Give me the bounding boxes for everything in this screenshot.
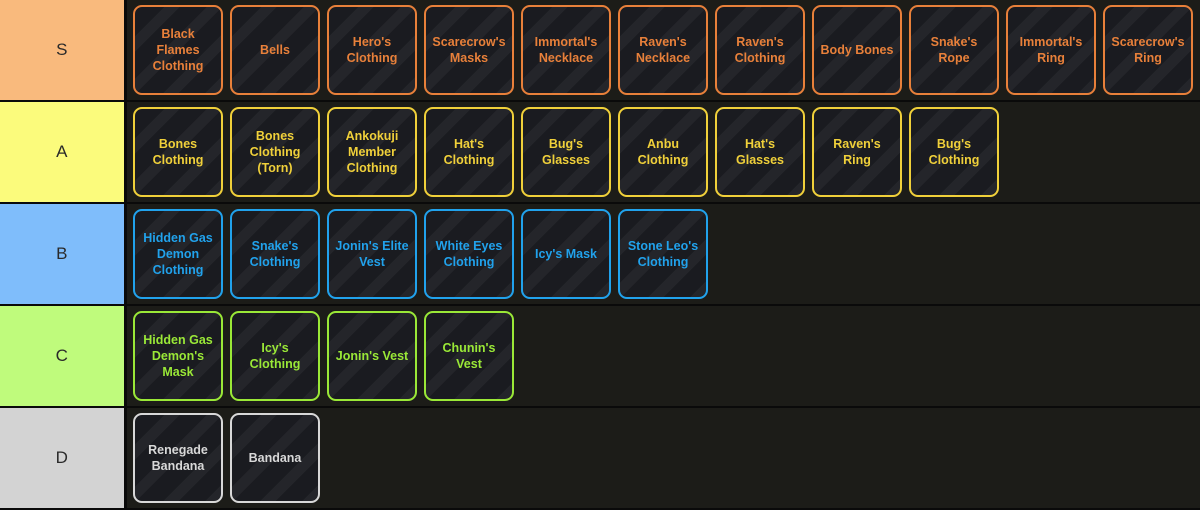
tier-item-card[interactable]: Bones Clothing (Torn) <box>230 107 320 197</box>
tier-items-c: Hidden Gas Demon's Mask Icy's Clothing Jon… <box>127 306 1200 406</box>
tier-label-a[interactable]: A <box>0 102 127 202</box>
tier-item-label: Bones Clothing (Torn) <box>249 129 301 175</box>
tier-label-c[interactable]: C <box>0 306 127 406</box>
tier-item-card[interactable]: Snake's Rope <box>909 5 999 95</box>
tier-item-card[interactable]: Hat's Clothing <box>424 107 514 197</box>
tier-item-label: Hidden Gas Demon's Mask <box>143 333 213 379</box>
tier-item-card[interactable]: Icy's Mask <box>521 209 611 299</box>
tier-item-card[interactable]: Scarecrow's Ring <box>1103 5 1193 95</box>
tier-item-label: Hero's Clothing <box>346 35 398 65</box>
tier-item-label: Anbu Clothing <box>637 137 689 167</box>
tier-item-card[interactable]: Hidden Gas Demon Clothing <box>133 209 223 299</box>
tier-item-label: Scarecrow's Ring <box>1111 35 1185 65</box>
tier-item-label: Stone Leo's Clothing <box>627 239 699 269</box>
tier-item-label: Icy's Mask <box>534 247 598 261</box>
tier-items-b: Hidden Gas Demon Clothing Snake's Clothin… <box>127 204 1200 304</box>
tier-item-card[interactable]: Hero's Clothing <box>327 5 417 95</box>
tier-item-label: Jonin's Elite Vest <box>335 239 409 269</box>
tier-item-card[interactable]: Bug's Glasses <box>521 107 611 197</box>
tier-item-card[interactable]: Immortal's Ring <box>1006 5 1096 95</box>
tier-item-card[interactable]: Hidden Gas Demon's Mask <box>133 311 223 401</box>
tier-item-card[interactable]: Icy's Clothing <box>230 311 320 401</box>
tier-items-d: Renegade Bandana Bandana <box>127 408 1200 508</box>
tier-item-label: Bug's Clothing <box>928 137 980 167</box>
tier-item-card[interactable]: Ankokuji Member Clothing <box>327 107 417 197</box>
tier-item-card[interactable]: Hat's Glasses <box>715 107 805 197</box>
tier-list: S Black Flames Clothing Bells Hero's Clothi… <box>0 0 1200 510</box>
tier-item-card[interactable]: Jonin's Vest <box>327 311 417 401</box>
tier-item-card[interactable]: Black Flames Clothing <box>133 5 223 95</box>
tier-item-card[interactable]: Renegade Bandana <box>133 413 223 503</box>
tier-row: S Black Flames Clothing Bells Hero's Clothi… <box>0 0 1200 102</box>
tier-item-label: White Eyes Clothing <box>435 239 503 269</box>
tier-label-s[interactable]: S <box>0 0 127 100</box>
tier-item-card[interactable]: White Eyes Clothing <box>424 209 514 299</box>
tier-item-label: Snake's Clothing <box>249 239 301 269</box>
tier-row: A Bones Clothing Bones Clothing (Torn) Anko… <box>0 102 1200 204</box>
tier-row: B Hidden Gas Demon Clothing Snake's Clothi… <box>0 204 1200 306</box>
tier-item-card[interactable]: Raven's Necklace <box>618 5 708 95</box>
tier-item-card[interactable]: Bells <box>230 5 320 95</box>
tier-row: D Renegade Bandana Bandana <box>0 408 1200 510</box>
tier-item-label: Raven's Clothing <box>734 35 786 65</box>
tier-item-label: Snake's Rope <box>930 35 978 65</box>
tier-item-card[interactable]: Body Bones <box>812 5 902 95</box>
tier-row: C Hidden Gas Demon's Mask Icy's Clothing Jo… <box>0 306 1200 408</box>
tier-item-label: Ankokuji Member Clothing <box>345 129 399 175</box>
tier-item-label: Hidden Gas Demon Clothing <box>143 231 213 277</box>
tier-item-label: Raven's Ring <box>833 137 881 167</box>
tier-item-card[interactable]: Anbu Clothing <box>618 107 708 197</box>
tier-label-b[interactable]: B <box>0 204 127 304</box>
tier-item-card[interactable]: Scarecrow's Masks <box>424 5 514 95</box>
tier-item-card[interactable]: Bones Clothing <box>133 107 223 197</box>
tier-item-label: Hat's Glasses <box>736 137 784 167</box>
tier-item-label: Black Flames Clothing <box>152 27 204 73</box>
tier-items-s: Black Flames Clothing Bells Hero's Clothin… <box>127 0 1200 100</box>
tier-item-card[interactable]: Raven's Clothing <box>715 5 805 95</box>
tier-item-card[interactable]: Bug's Clothing <box>909 107 999 197</box>
tier-item-card[interactable]: Stone Leo's Clothing <box>618 209 708 299</box>
tier-item-label: Raven's Necklace <box>635 35 691 65</box>
tier-items-a: Bones Clothing Bones Clothing (Torn) Ankok… <box>127 102 1200 202</box>
tier-item-card[interactable]: Jonin's Elite Vest <box>327 209 417 299</box>
tier-item-label: Bells <box>260 43 290 57</box>
tier-item-label: Renegade Bandana <box>148 443 208 473</box>
tier-item-card[interactable]: Bandana <box>230 413 320 503</box>
tier-item-label: Hat's Clothing <box>443 137 495 167</box>
tier-item-label: Scarecrow's Masks <box>432 35 506 65</box>
tier-item-label: Icy's Clothing <box>249 341 301 371</box>
tier-item-label: Chunin's Vest <box>442 341 496 371</box>
tier-item-label: Body Bones <box>820 43 894 57</box>
tier-item-card[interactable]: Raven's Ring <box>812 107 902 197</box>
tier-item-label: Immortal's Ring <box>1019 35 1083 65</box>
tier-item-label: Bandana <box>248 451 302 465</box>
tier-item-label: Immortal's Necklace <box>534 35 598 65</box>
tier-item-label: Bug's Glasses <box>542 137 590 167</box>
tier-item-card[interactable]: Immortal's Necklace <box>521 5 611 95</box>
tier-item-label: Bones Clothing <box>152 137 204 167</box>
tier-item-card[interactable]: Chunin's Vest <box>424 311 514 401</box>
tier-item-label: Jonin's Vest <box>335 349 409 363</box>
tier-label-d[interactable]: D <box>0 408 127 508</box>
tier-item-card[interactable]: Snake's Clothing <box>230 209 320 299</box>
